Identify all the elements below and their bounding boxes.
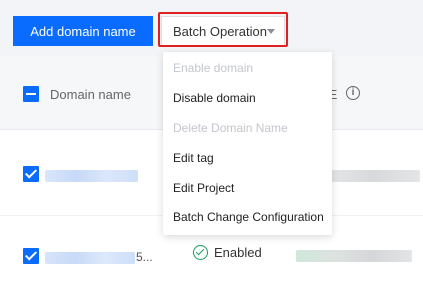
select-all-checkbox[interactable] — [23, 86, 39, 102]
domain-name-suffix: 5... — [136, 250, 153, 264]
redacted-cname — [325, 170, 420, 182]
batch-operation-button[interactable]: Batch Operation — [161, 16, 285, 46]
menu-item-edit-tag[interactable]: Edit tag — [173, 151, 214, 165]
info-icon[interactable]: i — [346, 86, 360, 100]
redacted-domain-name[interactable] — [45, 170, 138, 182]
toolbar: Add domain name Batch Operation — [0, 0, 423, 56]
menu-item-edit-project[interactable]: Edit Project — [173, 181, 234, 195]
redacted-domain-name[interactable] — [45, 252, 135, 264]
menu-item-batch-change-configuration[interactable]: Batch Change Configuration — [173, 210, 324, 224]
row-checkbox[interactable] — [23, 166, 39, 182]
batch-operation-menu: Enable domain Disable domain Delete Doma… — [163, 52, 332, 235]
row-checkbox[interactable] — [23, 248, 39, 264]
menu-item-delete-domain[interactable]: Delete Domain Name — [173, 121, 288, 135]
column-header-domain-name: Domain name — [50, 87, 131, 102]
status-cell: Enabled — [193, 245, 262, 260]
status-text: Enabled — [214, 245, 262, 260]
add-domain-button[interactable]: Add domain name — [13, 16, 153, 46]
menu-item-enable-domain[interactable]: Enable domain — [173, 61, 253, 75]
batch-operation-label: Batch Operation — [173, 23, 267, 39]
redacted-cname — [296, 250, 412, 262]
check-circle-icon — [193, 245, 208, 260]
menu-item-disable-domain[interactable]: Disable domain — [173, 91, 256, 105]
caret-down-icon — [267, 29, 275, 34]
